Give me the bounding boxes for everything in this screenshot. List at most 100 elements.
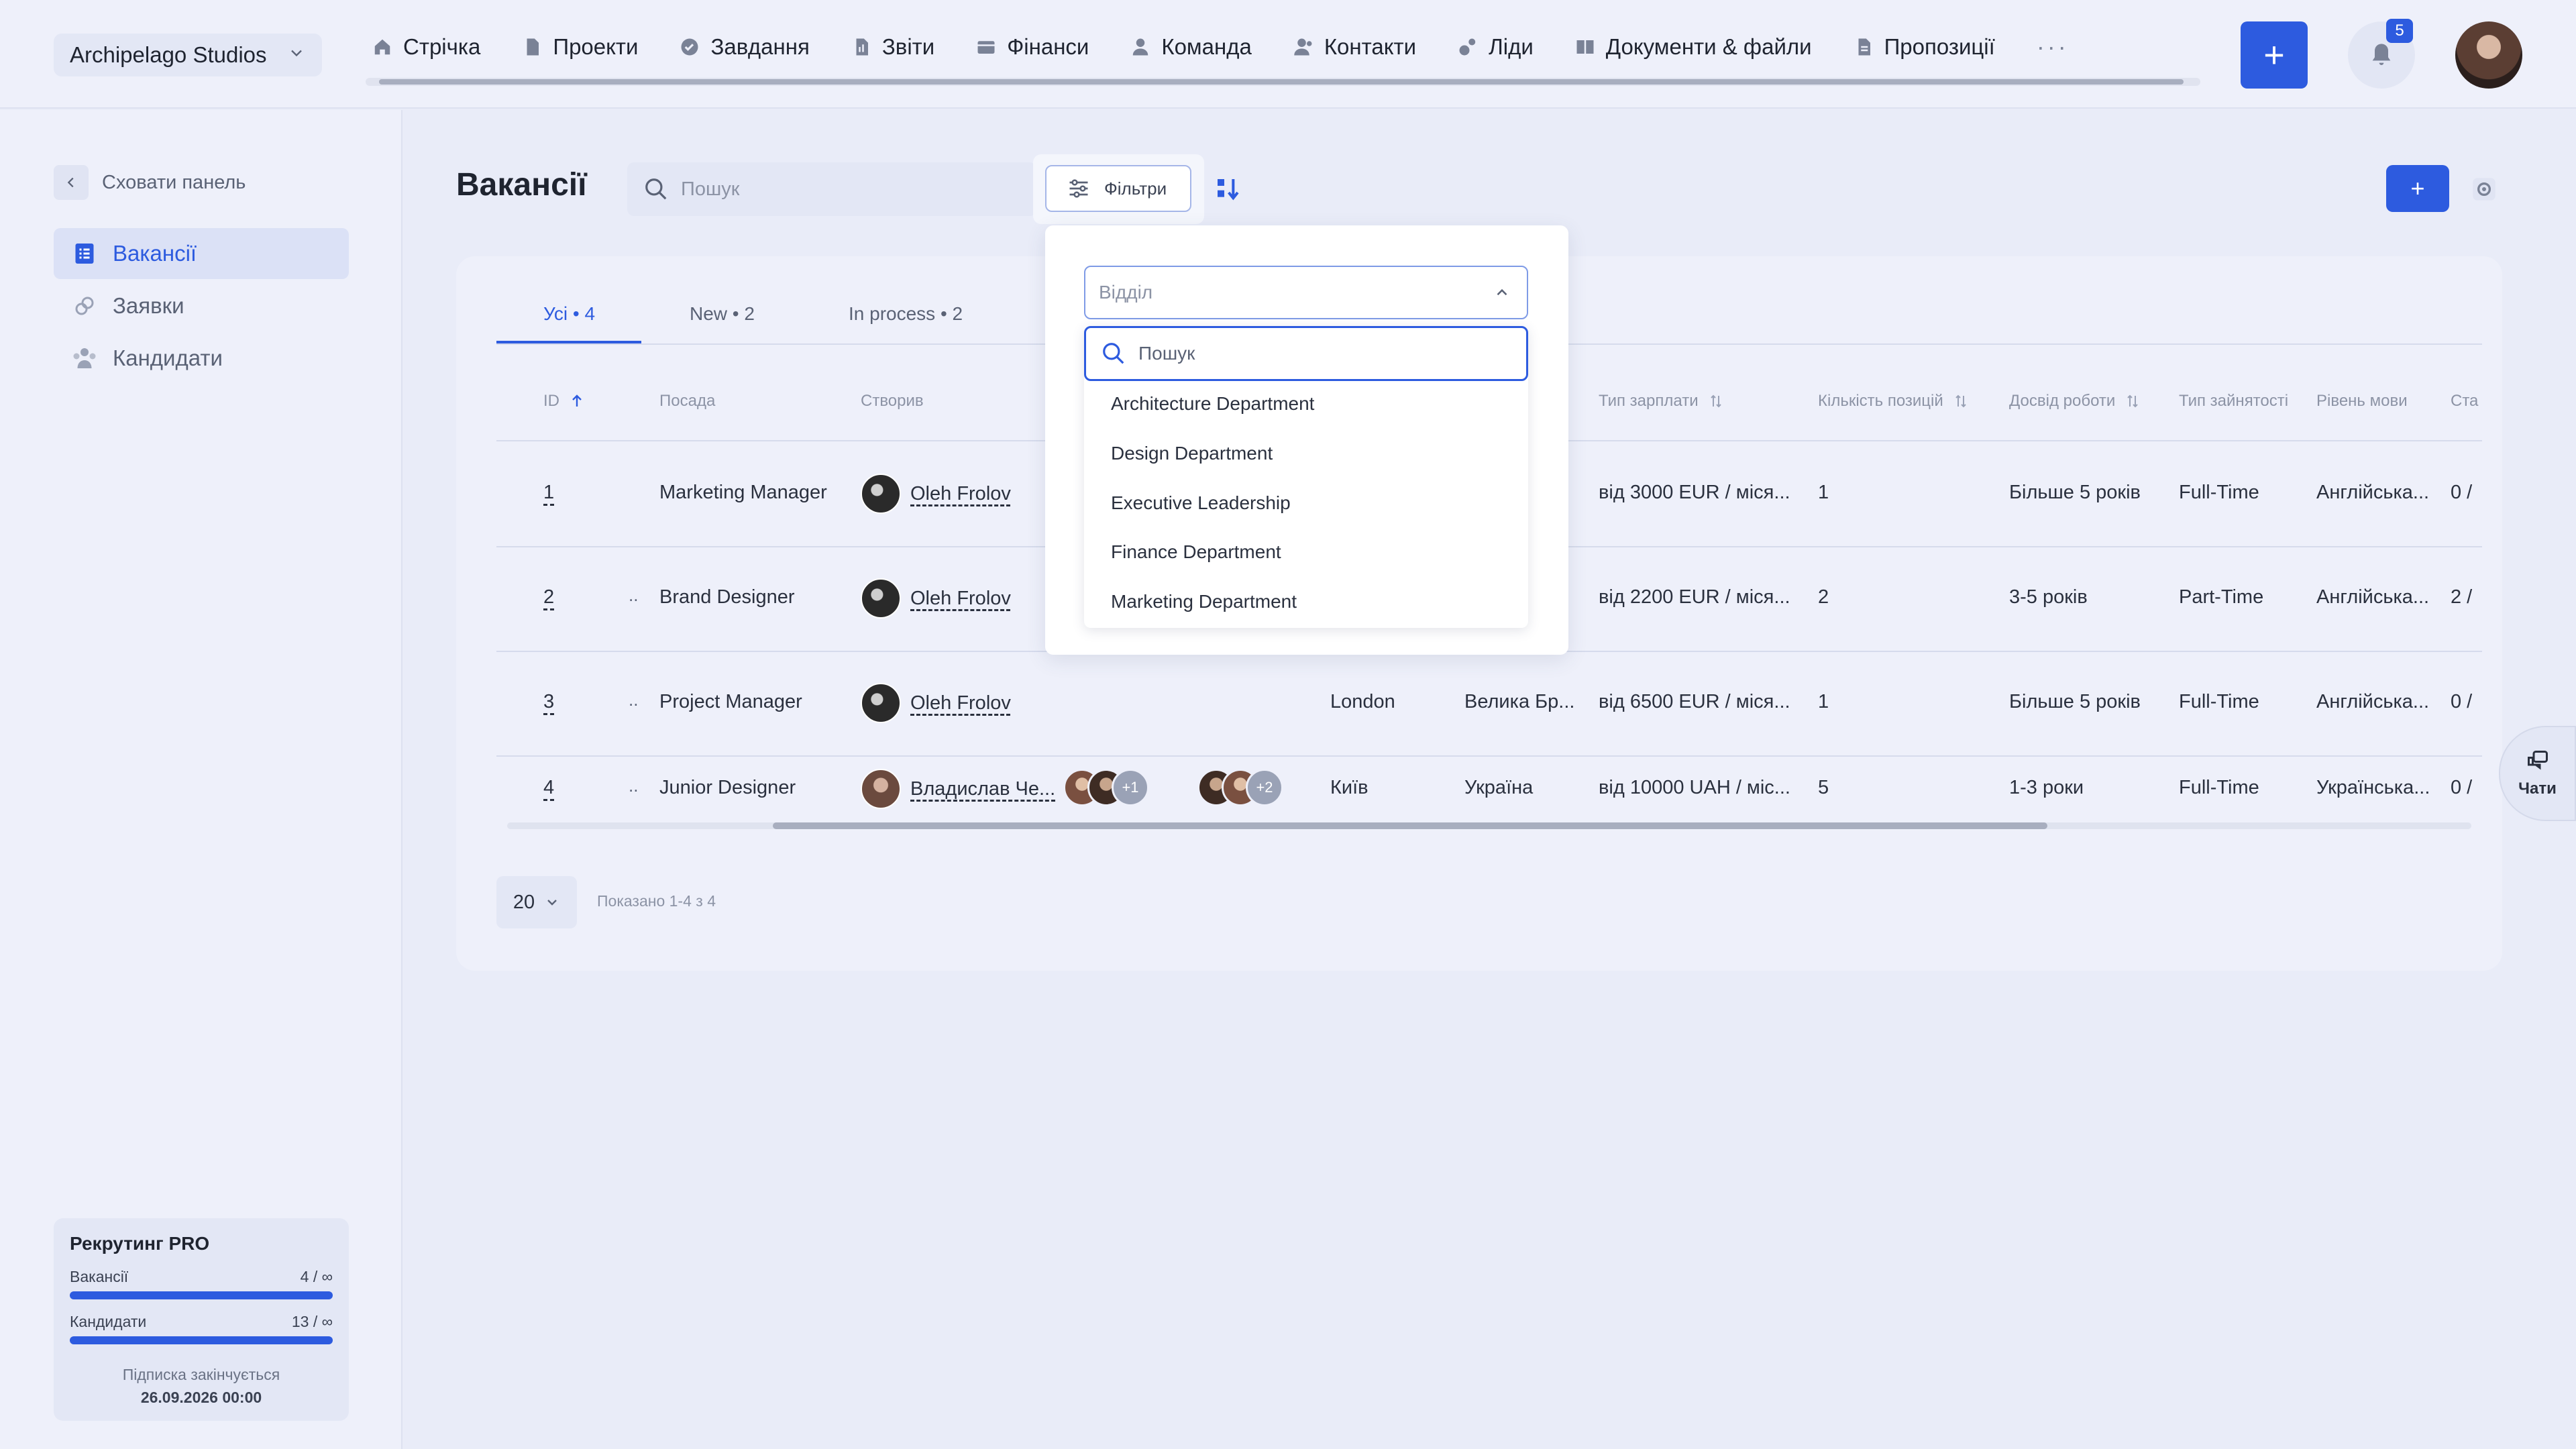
- table-scrollbar[interactable]: [496, 820, 2482, 832]
- cell-creator[interactable]: Владислав Че...: [861, 769, 1055, 809]
- department-option[interactable]: Architecture Department: [1111, 393, 1314, 415]
- users-icon: [73, 348, 96, 368]
- creator-name: Oleh Frolov: [910, 587, 1011, 609]
- plan-date: 26.09.2026 00:00: [140, 1389, 262, 1406]
- avatar-group[interactable]: +1: [1063, 769, 1149, 806]
- cell-creator[interactable]: Oleh Frolov: [861, 683, 1011, 723]
- department-select-placeholder: Відділ: [1099, 282, 1153, 303]
- chat-icon: [2527, 751, 2548, 770]
- nav-item-projects[interactable]: Проекти: [522, 34, 638, 60]
- cell-status: 2 /: [2451, 586, 2473, 608]
- filters-label: Фільтри: [1104, 178, 1167, 199]
- cell-count: 2: [1818, 586, 1829, 608]
- sidebar-item-candidates[interactable]: Кандидати: [54, 333, 349, 384]
- cell-id[interactable]: 1: [543, 482, 554, 504]
- cell-salary: від 3000 EUR / міся...: [1599, 482, 1790, 503]
- chats-button[interactable]: Чати: [2499, 726, 2576, 821]
- nav-item-finance[interactable]: Фінанси: [976, 34, 1089, 60]
- hide-panel-label: Сховати панель: [102, 171, 246, 193]
- col-header-label: Тип зарплати: [1599, 392, 1699, 410]
- col-header-id[interactable]: ID: [543, 392, 585, 411]
- creator-name: Владислав Че...: [910, 777, 1056, 800]
- avatar: [861, 683, 901, 723]
- department-option[interactable]: Finance Department: [1111, 541, 1281, 563]
- cell-creator[interactable]: Oleh Frolov: [861, 474, 1011, 514]
- col-header-positions-count[interactable]: Кількість позицій: [1818, 392, 1969, 411]
- sort-arrows-icon: [1710, 394, 1721, 408]
- nav-item-contacts[interactable]: Контакти: [1293, 34, 1416, 60]
- nav-item-tasks[interactable]: Завдання: [680, 34, 810, 60]
- col-header-label: Досвід роботи: [2009, 392, 2116, 410]
- gear-icon[interactable]: [2471, 176, 2498, 203]
- link-icon: [75, 297, 94, 315]
- department-option[interactable]: Executive Leadership: [1111, 492, 1291, 514]
- tab-all[interactable]: Усі • 4: [543, 303, 595, 325]
- avatar-group[interactable]: +2: [1197, 769, 1283, 806]
- nav-item-proposals[interactable]: Пропозиції: [1854, 34, 1995, 60]
- search-input[interactable]: Пошук: [627, 162, 1036, 216]
- company-name: Archipelago Studios: [70, 42, 267, 67]
- col-header-created[interactable]: Створив: [861, 392, 924, 411]
- scrollbar-thumb[interactable]: [773, 822, 2047, 829]
- sidebar-item-vacancies[interactable]: Вакансії: [54, 228, 349, 279]
- more-count-badge: +1: [1112, 769, 1149, 806]
- nav-item-team[interactable]: Команда: [1130, 34, 1252, 60]
- cell-creator[interactable]: Oleh Frolov: [861, 578, 1011, 619]
- list-icon: [75, 244, 94, 264]
- col-header-employment[interactable]: Тип зайнятості: [2179, 392, 2288, 411]
- nav-label: Команда: [1161, 34, 1252, 59]
- row-dots: ..: [629, 690, 639, 710]
- sidebar-item-label: Кандидати: [113, 345, 223, 370]
- avatar: [861, 769, 901, 809]
- cell-position: Project Manager: [659, 691, 802, 712]
- nav-scrollbar-thumb[interactable]: [379, 79, 2184, 85]
- user-avatar[interactable]: [2455, 21, 2522, 89]
- plan-vacancies-label: Вакансії: [70, 1268, 129, 1285]
- nav-item-feed[interactable]: Стрічка: [372, 34, 480, 60]
- cell-salary: від 10000 UAH / міс...: [1599, 777, 1790, 798]
- tab-in-process[interactable]: In process • 2: [849, 303, 963, 325]
- cell-count: 5: [1818, 777, 1829, 798]
- plan-vacancies-row: Вакансії 4 / ∞: [70, 1268, 333, 1286]
- col-header-position[interactable]: Посада: [659, 392, 715, 411]
- page-title: Вакансії: [456, 167, 587, 203]
- creator-name: Oleh Frolov: [910, 692, 1011, 714]
- filters-button[interactable]: Фільтри: [1045, 165, 1191, 212]
- page-size-select[interactable]: 20: [496, 876, 577, 928]
- plan-subscription-note: Підписка закінчується 26.09.2026 00:00: [70, 1363, 333, 1409]
- nav-item-documents[interactable]: Документи & файли: [1575, 34, 1812, 60]
- cell-language: Українська...: [2316, 777, 2430, 798]
- nav-scrollbar[interactable]: [366, 78, 2200, 86]
- cell-experience: Більше 5 років: [2009, 691, 2141, 712]
- cell-experience: Більше 5 років: [2009, 482, 2141, 503]
- nav-item-reports[interactable]: Звіти: [851, 34, 934, 60]
- more-nav-button[interactable]: ···: [2037, 33, 2069, 61]
- plan-candidates-value: 13 / ∞: [291, 1313, 333, 1330]
- pagination-info: Показано 1-4 з 4: [597, 892, 716, 910]
- hide-panel-button[interactable]: Сховати панель: [54, 165, 246, 200]
- cell-employment: Full-Time: [2179, 482, 2259, 503]
- department-option[interactable]: Design Department: [1111, 443, 1273, 464]
- sidebar-item-applications[interactable]: Заявки: [54, 280, 349, 331]
- col-header-language[interactable]: Рівень мови: [2316, 392, 2408, 411]
- col-header-salary-type[interactable]: Тип зарплати: [1599, 392, 1724, 411]
- home-icon: [374, 39, 390, 55]
- search-icon: [645, 178, 667, 200]
- department-select[interactable]: Відділ: [1084, 266, 1528, 319]
- department-search-input[interactable]: Пошук: [1084, 326, 1528, 381]
- col-header-experience[interactable]: Досвід роботи: [2009, 392, 2141, 411]
- add-vacancy-button[interactable]: +: [2386, 165, 2449, 212]
- col-header-status[interactable]: Ста: [2451, 392, 2478, 411]
- cell-id[interactable]: 2: [543, 586, 554, 608]
- nav-label: Проекти: [553, 34, 639, 59]
- sort-icon[interactable]: [1214, 176, 1241, 203]
- company-selector[interactable]: Archipelago Studios: [54, 34, 322, 76]
- department-option[interactable]: Marketing Department: [1111, 591, 1297, 612]
- tab-new[interactable]: New • 2: [690, 303, 755, 325]
- cell-id[interactable]: 4: [543, 777, 554, 799]
- sidebar-item-label: Заявки: [113, 293, 184, 318]
- nav-item-leads[interactable]: Ліди: [1458, 34, 1534, 60]
- cell-id[interactable]: 3: [543, 691, 554, 713]
- cell-count: 1: [1818, 691, 1829, 712]
- add-button[interactable]: +: [2241, 21, 2308, 89]
